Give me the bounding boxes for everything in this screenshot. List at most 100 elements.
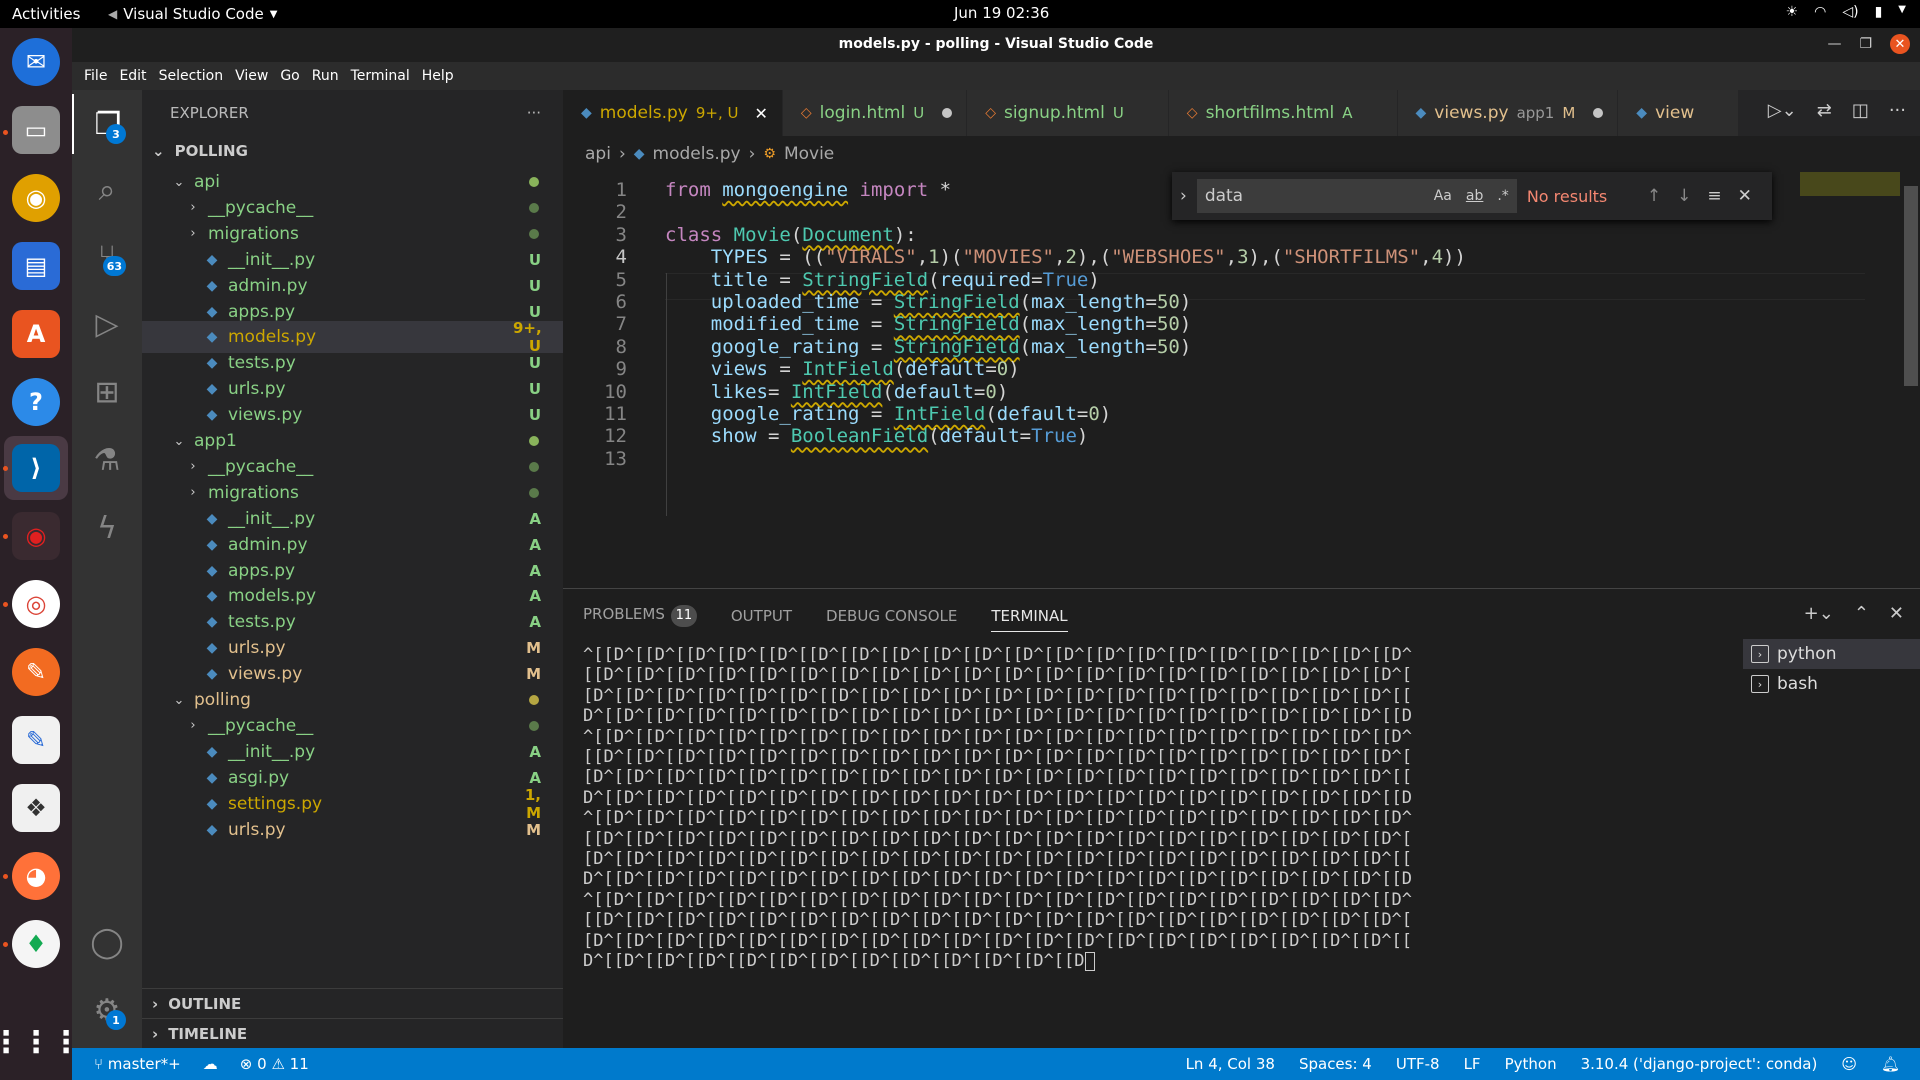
breadcrumb-item[interactable]: Movie <box>784 144 834 164</box>
run-file-icon[interactable]: ▷⌄ <box>1768 100 1797 121</box>
testing-icon[interactable]: ⚗ <box>72 430 142 490</box>
thunder-client-icon[interactable]: ϟ <box>72 498 142 558</box>
menu-go[interactable]: Go <box>274 68 305 84</box>
tab-output[interactable]: OUTPUT <box>731 607 792 625</box>
clock[interactable]: Jun 19 02:36 <box>954 4 1049 22</box>
accounts-icon[interactable]: ◯ <box>72 912 142 972</box>
files-icon[interactable]: ▭ <box>12 106 60 154</box>
editor-tab[interactable]: ◆ views.py app1 M <box>1397 90 1619 136</box>
vscode-icon[interactable]: ⟩ <box>12 444 60 492</box>
new-terminal-icon[interactable]: +⌄ <box>1804 603 1834 624</box>
cursor-position[interactable]: Ln 4, Col 38 <box>1186 1055 1275 1073</box>
breadcrumb-item[interactable]: api <box>585 144 611 164</box>
next-match-icon[interactable]: ↓ <box>1677 186 1691 206</box>
tab-debug-console[interactable]: DEBUG CONSOLE <box>826 607 957 625</box>
git-status-dot <box>529 177 539 187</box>
close-find-icon[interactable]: ✕ <box>1738 186 1752 206</box>
maximize-icon[interactable]: ❐ <box>1859 36 1872 52</box>
unsaved-dot-icon[interactable] <box>942 108 953 118</box>
rhythmbox-icon[interactable]: ◉ <box>12 174 60 222</box>
writer-icon[interactable]: ▤ <box>12 242 60 290</box>
find-input[interactable]: data Aa ab .* <box>1196 179 1517 213</box>
tree-item-label: __pycache__ <box>208 456 314 477</box>
workspace-root[interactable]: ⌄ POLLING <box>142 136 563 166</box>
match-word-toggle[interactable]: ab <box>1466 188 1483 204</box>
menu-file[interactable]: File <box>78 68 113 84</box>
minimize-icon[interactable]: — <box>1827 36 1841 52</box>
find-in-selection-icon[interactable]: ≡ <box>1707 186 1721 206</box>
tree-item-label: migrations <box>208 223 299 244</box>
chevron-down-icon: ⌄ <box>173 433 185 449</box>
timeline-section[interactable]: › TIMELINE <box>142 1018 563 1048</box>
terminal-instance[interactable]: › python <box>1743 639 1920 669</box>
outline-section[interactable]: › OUTLINE <box>142 988 563 1018</box>
language-mode[interactable]: Python <box>1505 1055 1557 1073</box>
more-actions-icon[interactable]: ··· <box>1889 100 1906 121</box>
editor-tab[interactable]: ◇ login.html U <box>782 90 968 136</box>
notifications-icon[interactable]: 🔔︎ <box>1881 1055 1900 1073</box>
source-control-icon[interactable]: ⑂ 63 <box>72 226 142 286</box>
code-editor[interactable]: 1 2 3 4 5 6 7 8 9 10 11 12 13 from mongoengine impor… <box>563 170 1920 586</box>
editor-tab[interactable]: ◆ view <box>1618 90 1740 136</box>
indentation[interactable]: Spaces: 4 <box>1299 1055 1372 1073</box>
git-status-badge: U <box>528 250 541 269</box>
system-tray[interactable]: ☀ ◠ ◁) ▮ ▼ <box>1786 4 1906 20</box>
software-center-icon[interactable]: A <box>12 310 60 358</box>
branch-status[interactable]: ⑂ master*+ <box>94 1055 181 1073</box>
terminal-output[interactable]: ^[[D^[[D^[[D^[[D^[[D^[[D^[[D^[[D^[[D^[[D… <box>583 645 1703 1045</box>
terminal-instance[interactable]: › bash <box>1743 669 1920 699</box>
class-symbol-icon: ⚙ <box>763 146 776 162</box>
menu-selection[interactable]: Selection <box>153 68 230 84</box>
close-panel-icon[interactable]: ✕ <box>1889 603 1904 624</box>
regex-toggle[interactable]: .* <box>1497 188 1508 204</box>
tab-problems[interactable]: PROBLEMS 11 <box>583 605 697 627</box>
feedback-icon[interactable]: ☺ <box>1841 1055 1857 1073</box>
postman-icon[interactable]: ✎ <box>12 648 60 696</box>
editor-tab[interactable]: ◇ shortfilms.html A <box>1168 90 1398 136</box>
menu-run[interactable]: Run <box>306 68 345 84</box>
screen-recorder-icon[interactable]: ◉ <box>12 512 60 560</box>
minimap[interactable] <box>1800 172 1900 196</box>
encoding[interactable]: UTF-8 <box>1396 1055 1440 1073</box>
close-tab-icon[interactable]: ✕ <box>754 104 767 123</box>
app-menu[interactable]: ◀ Visual Studio Code ▼ <box>108 5 277 23</box>
mongodb-compass-icon[interactable]: ♦ <box>12 920 60 968</box>
code-line: show = BooleanField(default=True) <box>710 425 1089 448</box>
help-icon[interactable]: ? <box>12 378 60 426</box>
end-of-line[interactable]: LF <box>1464 1055 1481 1073</box>
explorer-icon[interactable]: ❐ 3 <box>72 94 142 154</box>
split-editor-icon[interactable]: ◫ <box>1852 100 1869 121</box>
unsaved-dot-icon[interactable] <box>1593 108 1604 118</box>
menu-edit[interactable]: Edit <box>113 68 152 84</box>
gimp-icon[interactable]: ❖ <box>12 784 60 832</box>
run-debug-icon[interactable]: ▷ <box>72 294 142 354</box>
sync-icon[interactable]: ☁ <box>203 1055 218 1073</box>
python-interpreter[interactable]: 3.10.4 ('django-project': conda) <box>1581 1055 1818 1073</box>
menu-view[interactable]: View <box>229 68 274 84</box>
tab-terminal[interactable]: TERMINAL <box>991 607 1068 632</box>
editor-tab[interactable]: ◆ models.py 9+, U ✕ <box>563 90 783 136</box>
match-case-toggle[interactable]: Aa <box>1434 188 1452 204</box>
thunderbird-icon[interactable]: ✉ <box>12 38 60 86</box>
text-editor-icon[interactable]: ✎ <box>12 716 60 764</box>
close-window-icon[interactable]: ✕ <box>1890 34 1910 54</box>
previous-match-icon[interactable]: ↑ <box>1647 186 1661 206</box>
maximize-panel-icon[interactable]: ⌃ <box>1854 603 1869 624</box>
menu-terminal[interactable]: Terminal <box>345 68 416 84</box>
search-icon[interactable]: ⌕ <box>72 160 142 220</box>
more-actions-icon[interactable]: ··· <box>527 104 541 122</box>
open-changes-icon[interactable]: ⇄ <box>1817 100 1832 121</box>
editor-tab[interactable]: ◇ signup.html U <box>967 90 1169 136</box>
breadcrumb-item[interactable]: models.py <box>653 144 741 164</box>
chrome-icon[interactable]: ◎ <box>12 580 60 628</box>
problems-status[interactable]: ⊗ 0 ⚠ 11 <box>240 1055 309 1073</box>
toggle-replace-icon[interactable]: › <box>1180 186 1187 206</box>
show-apps-icon[interactable]: ⋮⋮⋮ <box>0 1018 81 1066</box>
firefox-icon[interactable]: ◕ <box>12 852 60 900</box>
menu-help[interactable]: Help <box>416 68 460 84</box>
tree-file[interactable]: ◆ urls.py M <box>142 814 563 846</box>
activities-button[interactable]: Activities <box>12 5 80 23</box>
settings-gear-icon[interactable]: ⚙ 1 <box>72 980 142 1040</box>
extensions-icon[interactable]: ⊞ <box>72 362 142 422</box>
editor-scrollbar[interactable] <box>1904 186 1918 386</box>
